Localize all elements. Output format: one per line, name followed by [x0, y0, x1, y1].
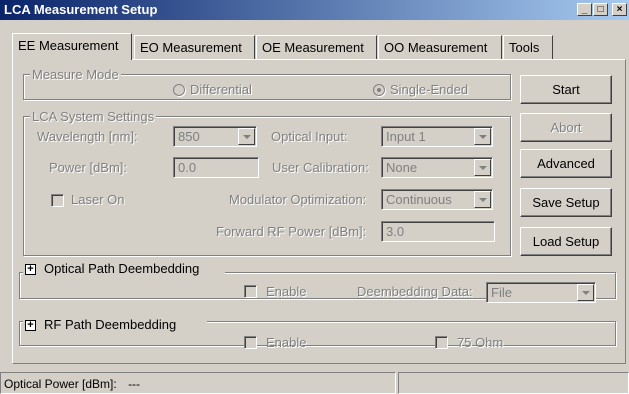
start-button[interactable]: Start: [520, 75, 612, 104]
wavelength-dropdown[interactable]: 850: [173, 126, 257, 147]
optical-power-label: Optical Power [dBm]:: [4, 377, 117, 391]
deembedding-data-dropdown[interactable]: File: [486, 282, 596, 303]
abort-button[interactable]: Abort: [520, 113, 612, 142]
maximize-icon[interactable]: □: [593, 3, 608, 16]
deembedding-data-label: Deembedding Data:: [357, 284, 473, 299]
status-bar: Optical Power [dBm]: ---: [0, 372, 629, 394]
optical-input-label: Optical Input:: [271, 129, 348, 144]
optical-path-title: Optical Path Deembedding: [44, 261, 200, 276]
ee-measurement-panel: Measure Mode Differential Single-Ended L…: [12, 59, 626, 364]
lca-settings-title: LCA System Settings: [30, 109, 157, 124]
status-pane: [398, 372, 629, 394]
user-calibration-label: User Calibration:: [272, 160, 369, 175]
optical-input-dropdown[interactable]: Input 1: [381, 126, 493, 147]
tab-ee-measurement[interactable]: EE Measurement: [12, 33, 132, 60]
tab-oo-measurement[interactable]: OO Measurement: [378, 35, 502, 59]
save-setup-button[interactable]: Save Setup: [520, 188, 612, 217]
laser-on-checkbox[interactable]: [51, 194, 64, 207]
optical-power-pane: Optical Power [dBm]: ---: [0, 372, 396, 394]
close-icon[interactable]: ×: [612, 3, 627, 16]
tab-eo-measurement[interactable]: EO Measurement: [134, 35, 255, 59]
modulator-optimization-dropdown[interactable]: Continuous: [381, 189, 493, 210]
ohm-75-checkbox[interactable]: [435, 336, 448, 349]
rf-path-header[interactable]: + RF Path Deembedding: [23, 316, 207, 334]
chevron-down-icon[interactable]: [238, 128, 255, 145]
optical-enable-label: Enable: [266, 284, 307, 299]
chevron-down-icon[interactable]: [474, 191, 491, 208]
forward-rf-power-input[interactable]: 3.0: [381, 221, 495, 242]
laser-on-label: Laser On: [71, 192, 125, 207]
optical-path-header[interactable]: + Optical Path Deembedding: [23, 260, 225, 278]
title-bar[interactable]: LCA Measurement Setup _ □ ×: [0, 0, 629, 20]
minimize-icon[interactable]: _: [577, 3, 592, 16]
rf-enable-label: Enable: [266, 335, 307, 350]
differential-radio[interactable]: [173, 84, 185, 96]
tab-oe-measurement[interactable]: OE Measurement: [256, 35, 377, 59]
optical-power-value: ---: [128, 377, 141, 391]
chevron-down-icon[interactable]: [474, 128, 491, 145]
chevron-down-icon[interactable]: [577, 284, 594, 301]
power-input[interactable]: 0.0: [173, 157, 259, 178]
wavelength-label: Wavelength [nm]:: [37, 129, 138, 144]
ohm-75-label: 75 Ohm: [457, 335, 504, 350]
measure-mode-title: Measure Mode: [30, 67, 121, 82]
optical-enable-checkbox[interactable]: [244, 285, 257, 298]
expand-icon[interactable]: +: [25, 320, 36, 331]
single-ended-radio[interactable]: [373, 84, 385, 96]
forward-rf-power-label: Forward RF Power [dBm]:: [216, 224, 367, 239]
tab-tools[interactable]: Tools: [503, 35, 553, 59]
single-ended-label: Single-Ended: [390, 82, 469, 97]
rf-path-title: RF Path Deembedding: [44, 317, 177, 332]
expand-icon[interactable]: +: [25, 264, 36, 275]
rf-enable-checkbox[interactable]: [244, 336, 257, 349]
advanced-button[interactable]: Advanced: [520, 149, 612, 178]
power-label: Power [dBm]:: [49, 160, 128, 175]
user-calibration-dropdown[interactable]: None: [381, 157, 493, 178]
chevron-down-icon[interactable]: [474, 159, 491, 176]
differential-label: Differential: [190, 82, 252, 97]
window-title: LCA Measurement Setup: [4, 2, 158, 17]
modulator-optimization-label: Modulator Optimization:: [229, 192, 367, 207]
load-setup-button[interactable]: Load Setup: [520, 227, 612, 256]
